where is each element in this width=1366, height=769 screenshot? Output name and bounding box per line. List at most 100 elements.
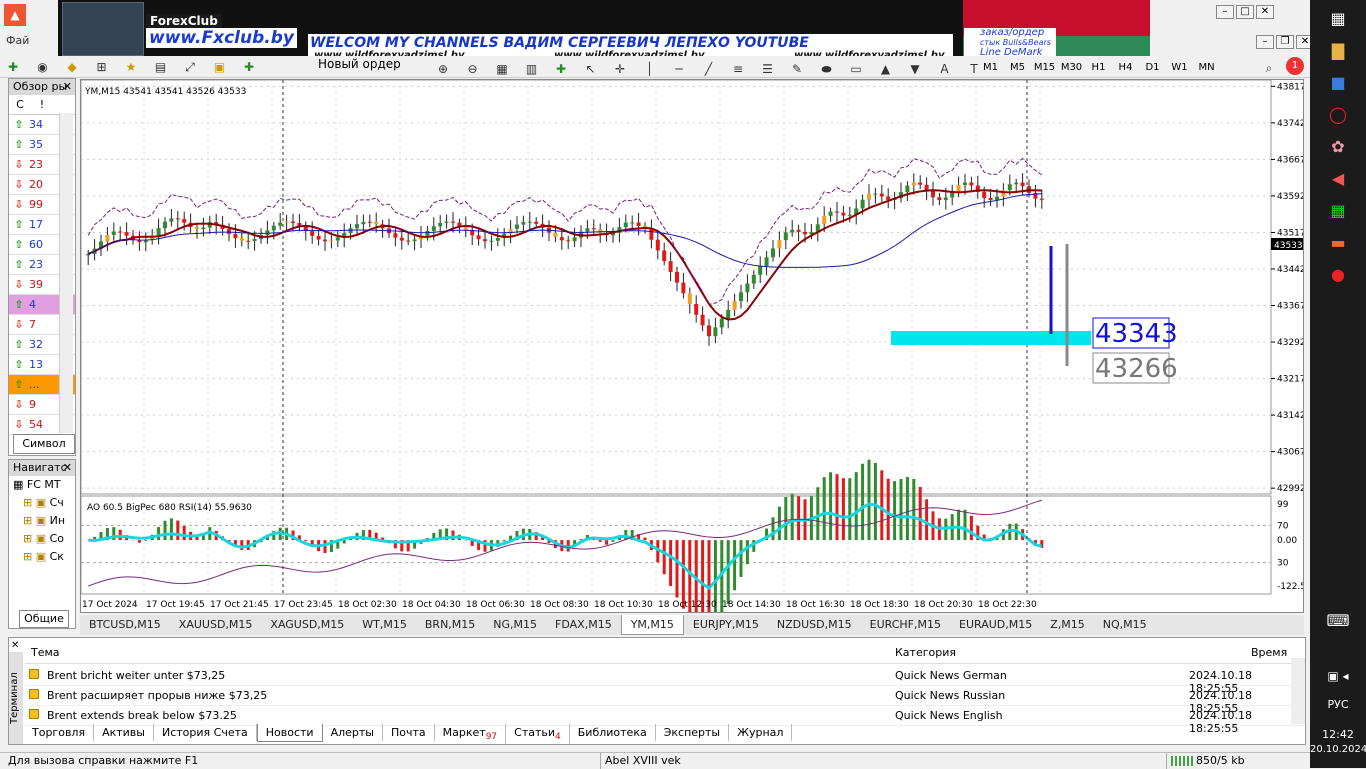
data-window-icon[interactable]: ⊞ bbox=[92, 58, 112, 76]
tab-symbols[interactable]: Символ bbox=[13, 434, 75, 454]
channel-icon[interactable]: ≡ bbox=[728, 60, 748, 78]
ad-banner[interactable]: ForexClub www.Fxclub.by WELCOM MY CHANNE… bbox=[58, 0, 1150, 58]
profiles-icon[interactable]: ◉ bbox=[33, 58, 53, 76]
timeframe-w1[interactable]: W1 bbox=[1166, 58, 1193, 78]
timeframe-h1[interactable]: H1 bbox=[1085, 58, 1112, 78]
col-time[interactable]: Время bbox=[1251, 646, 1287, 659]
terminal-tab[interactable]: Маркет97 bbox=[435, 724, 507, 744]
terminal-tab[interactable]: Алерты bbox=[323, 724, 383, 741]
terminal-tab[interactable]: История Счета bbox=[154, 724, 257, 741]
price-chart[interactable]: 4381743742436674359243517434424336743292… bbox=[81, 80, 1303, 612]
chart-tab[interactable]: NQ,M15 bbox=[1094, 615, 1156, 634]
clock-time[interactable]: 12:42 bbox=[1310, 728, 1366, 741]
tray-icons[interactable]: ▣ ◂ bbox=[1310, 660, 1366, 692]
menu-file[interactable]: Фай bbox=[6, 34, 29, 47]
clock-date[interactable]: 20.10.2024 bbox=[1310, 744, 1366, 755]
timeframe-m5[interactable]: M5 bbox=[1004, 58, 1031, 78]
chart-tab[interactable]: XAGUSD,M15 bbox=[261, 615, 353, 634]
search-icon[interactable]: ⌕ bbox=[1256, 57, 1282, 79]
text-icon[interactable]: A bbox=[935, 60, 955, 78]
scrollbar[interactable] bbox=[1291, 658, 1305, 724]
shapes-icon[interactable]: ✎ bbox=[787, 60, 807, 78]
timeframe-d1[interactable]: D1 bbox=[1139, 58, 1166, 78]
scrollbar[interactable] bbox=[59, 113, 73, 433]
cursor-icon[interactable]: ↖ bbox=[581, 60, 601, 78]
navigator-item[interactable]: ⊞ ▣ Сч bbox=[9, 494, 75, 512]
chart-tab[interactable]: Z,M15 bbox=[1041, 615, 1094, 634]
presentation-icon[interactable]: ▬ bbox=[1310, 226, 1366, 258]
timeframe-m30[interactable]: M30 bbox=[1058, 58, 1085, 78]
keyboard-icon[interactable]: ⌨ bbox=[1310, 604, 1366, 636]
news-row[interactable]: Brent расширяет прорыв ниже $73,25Quick … bbox=[25, 686, 1303, 706]
terminal-tab[interactable]: Новости bbox=[257, 724, 323, 742]
close-icon[interactable]: ✕ bbox=[11, 640, 19, 651]
close-icon[interactable]: ✕ bbox=[1256, 5, 1274, 19]
new-order-button[interactable]: Новый ордер bbox=[318, 57, 401, 71]
terminal-tab[interactable]: Библиотека bbox=[570, 724, 656, 741]
timeframe-h4[interactable]: H4 bbox=[1112, 58, 1139, 78]
zoom-in-icon[interactable]: ⊕ bbox=[433, 60, 453, 78]
chart-tab[interactable]: WT,M15 bbox=[353, 615, 416, 634]
market-watch-icon[interactable]: ◆ bbox=[62, 58, 82, 76]
timeframe-mn[interactable]: MN bbox=[1193, 58, 1220, 78]
chart-tab[interactable]: EURJPY,M15 bbox=[684, 615, 768, 634]
tab-common[interactable]: Общие bbox=[19, 610, 69, 628]
vertical-line-icon[interactable]: │ bbox=[640, 60, 660, 78]
tile-icon[interactable]: ▦ bbox=[492, 60, 512, 78]
navigator-item[interactable]: ⊞ ▣ Ин bbox=[9, 512, 75, 530]
chart-tab[interactable]: EURCHF,M15 bbox=[861, 615, 950, 634]
new-order-icon[interactable]: ✚ bbox=[239, 58, 259, 76]
terminal-tab[interactable]: Журнал bbox=[729, 724, 792, 741]
calculator-icon[interactable]: ▦ bbox=[1310, 194, 1366, 226]
minimize-icon[interactable]: – bbox=[1216, 5, 1234, 19]
crosshair-icon[interactable]: ✛ bbox=[610, 60, 630, 78]
zoom-out-icon[interactable]: ⊖ bbox=[463, 60, 483, 78]
notification-badge-icon[interactable]: 1 bbox=[1286, 57, 1304, 75]
chart-tab[interactable]: XAUUSD,M15 bbox=[170, 615, 262, 634]
mdi-minimize-icon[interactable]: – bbox=[1256, 35, 1274, 49]
rectangle-icon[interactable]: ▭ bbox=[846, 60, 866, 78]
terminal-tab[interactable]: Эксперты bbox=[656, 724, 729, 741]
triangle-icon[interactable]: ▲ bbox=[876, 60, 896, 78]
news-row[interactable]: Brent extends break below $73.25Quick Ne… bbox=[25, 706, 1303, 726]
new-chart-icon[interactable]: ✚ bbox=[3, 58, 23, 76]
terminal-tab[interactable]: Торговля bbox=[24, 724, 94, 741]
mdi-restore-icon[interactable]: ❐ bbox=[1276, 35, 1294, 49]
ellipse-icon[interactable]: ⬬ bbox=[817, 60, 837, 78]
chart-tab[interactable]: EURAUD,M15 bbox=[950, 615, 1041, 634]
terminal-icon[interactable]: ▤ bbox=[151, 58, 171, 76]
chart-tab[interactable]: BTCUSD,M15 bbox=[80, 615, 170, 634]
opera-icon[interactable]: ◯ bbox=[1310, 98, 1366, 130]
record-icon[interactable]: ● bbox=[1310, 258, 1366, 290]
tester-icon[interactable]: ⤢ bbox=[180, 58, 200, 76]
autotrading-icon[interactable]: ▣ bbox=[210, 58, 230, 76]
chart-window[interactable]: 4381743742436674359243517434424336743292… bbox=[80, 79, 1304, 613]
chart-tab[interactable]: YM,M15 bbox=[621, 615, 684, 635]
timeframe-m1[interactable]: M1 bbox=[977, 58, 1004, 78]
paint-icon[interactable]: ✿ bbox=[1310, 130, 1366, 162]
maximize-icon[interactable]: □ bbox=[1236, 5, 1254, 19]
forex-club-url[interactable]: www.Fxclub.by bbox=[146, 28, 297, 48]
fibo-icon[interactable]: ☰ bbox=[758, 60, 778, 78]
terminal-tab[interactable]: Активы bbox=[94, 724, 154, 741]
speaker-icon[interactable]: ◀ bbox=[1310, 162, 1366, 194]
navigator-item[interactable]: ⊞ ▣ Ск bbox=[9, 548, 75, 566]
col-symbol[interactable]: С bbox=[9, 98, 31, 111]
col-topic[interactable]: Тема bbox=[31, 646, 60, 659]
close-icon[interactable]: ✕ bbox=[63, 79, 72, 95]
trendline-icon[interactable]: ╱ bbox=[699, 60, 719, 78]
chart-tab[interactable]: FDAX,M15 bbox=[546, 615, 621, 634]
chart-type-icon[interactable]: ▥ bbox=[522, 60, 542, 78]
chart-tab[interactable]: NG,M15 bbox=[484, 615, 546, 634]
col-value[interactable]: ! bbox=[31, 98, 53, 111]
navigator-icon[interactable]: ★ bbox=[121, 58, 141, 76]
news-row[interactable]: Brent bricht weiter unter $73,25Quick Ne… bbox=[25, 666, 1303, 686]
indicators-icon[interactable]: ✚ bbox=[551, 60, 571, 78]
windows-start-icon[interactable]: ▦ bbox=[1310, 2, 1366, 34]
terminal-tab[interactable]: Статьи4 bbox=[506, 724, 570, 744]
close-icon[interactable]: ✕ bbox=[63, 460, 72, 476]
navigator-item[interactable]: ⊞ ▣ Со bbox=[9, 530, 75, 548]
terminal-tab[interactable]: Почта bbox=[383, 724, 435, 741]
arrow-down-icon[interactable]: ▼ bbox=[905, 60, 925, 78]
col-category[interactable]: Категория bbox=[895, 646, 956, 659]
